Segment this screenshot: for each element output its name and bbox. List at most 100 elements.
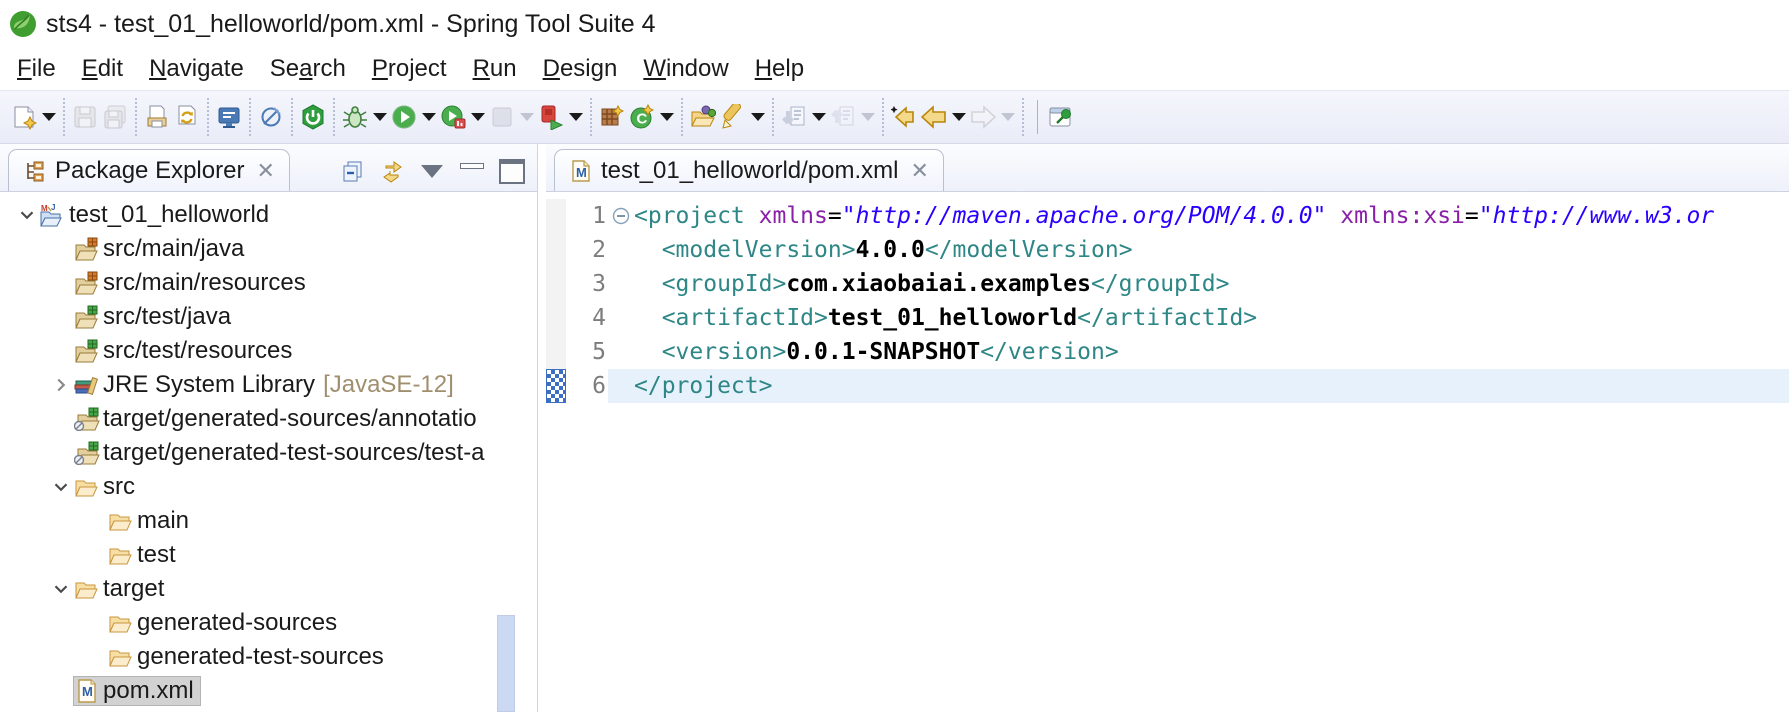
vertical-scrollbar[interactable] (497, 615, 515, 712)
save-button[interactable] (70, 101, 100, 133)
run-button[interactable] (389, 101, 438, 133)
sash-divider[interactable] (538, 144, 546, 712)
code-line-5[interactable]: 5 <version>0.0.1-SNAPSHOT</version> (546, 335, 1789, 369)
package-explorer-tab[interactable]: Package Explorer ✕ (8, 149, 290, 191)
maximize-icon[interactable] (499, 158, 525, 184)
link-with-editor-icon[interactable] (379, 159, 405, 183)
profile-button[interactable] (438, 101, 487, 133)
tree-item-generated-sources[interactable]: generated-sources (0, 606, 537, 640)
chevron-down-icon[interactable] (14, 202, 40, 228)
dropdown-arrow-icon[interactable] (1001, 113, 1015, 121)
pkg-folder-excluded-icon (73, 441, 101, 466)
previous-annotation-button[interactable] (828, 101, 877, 133)
highlighter-button[interactable] (718, 101, 767, 133)
forward-button[interactable] (968, 101, 1017, 133)
relaunch-icon (538, 104, 564, 131)
tree-item-target-generated-sources-annotatio[interactable]: target/generated-sources/annotatio (0, 402, 537, 436)
tree-item-main[interactable]: main (0, 504, 537, 538)
pin-editor-button[interactable] (1046, 101, 1076, 133)
code-line-3[interactable]: 3 <groupId>com.xiaobaiai.examples</group… (546, 267, 1789, 301)
tree-item-src[interactable]: src (0, 470, 537, 504)
dropdown-arrow-icon[interactable] (660, 113, 674, 121)
last-edit-location-icon (890, 104, 917, 130)
last-edit-location-button[interactable] (889, 101, 919, 133)
highlighter-icon (720, 101, 746, 130)
folder-icon (108, 509, 135, 533)
tree-item-generated-test-sources[interactable]: generated-test-sources (0, 640, 537, 674)
code-text: <version>0.0.1-SNAPSHOT</version> (661, 339, 1119, 365)
boot-dashboard-button[interactable] (298, 101, 328, 133)
view-menu-icon[interactable] (419, 159, 445, 183)
new-project-button[interactable] (597, 101, 627, 133)
chevron-right-icon[interactable] (48, 372, 74, 398)
tree-item-label: src/test/java (103, 303, 232, 330)
cursor-range-marker[interactable] (546, 369, 566, 403)
code-line-4[interactable]: 4 <artifactId>test_01_helloworld</artifa… (546, 301, 1789, 335)
folder-icon (108, 543, 135, 567)
tree-item-test[interactable]: test (0, 538, 537, 572)
tree-item-src-main-resources[interactable]: src/main/resources (0, 266, 537, 300)
menu-run[interactable]: Run (460, 52, 530, 86)
tree-item-jre-system-library[interactable]: JRE System Library [JavaSE-12] (0, 368, 537, 402)
save-all-button[interactable] (100, 101, 130, 133)
dropdown-arrow-icon[interactable] (861, 113, 875, 121)
code-line-2[interactable]: 2 <modelVersion>4.0.0</modelVersion> (546, 233, 1789, 267)
menu-search[interactable]: Search (257, 52, 359, 86)
dropdown-arrow-icon[interactable] (520, 113, 534, 121)
chevron-down-icon[interactable] (48, 474, 74, 500)
tree-item-src-test-resources[interactable]: src/test/resources (0, 334, 537, 368)
tree-item-label: target/generated-test-sources/test-a (103, 439, 485, 466)
stop-button[interactable] (487, 101, 536, 133)
dropdown-arrow-icon[interactable] (471, 113, 485, 121)
menu-file[interactable]: File (4, 52, 69, 86)
skip-breakpoints-button[interactable] (256, 101, 286, 133)
chevron-down-icon[interactable] (48, 576, 74, 602)
dropdown-arrow-icon[interactable] (373, 113, 387, 121)
menu-window[interactable]: Window (630, 52, 741, 86)
open-task-button[interactable] (688, 101, 718, 133)
dropdown-arrow-icon[interactable] (422, 113, 436, 121)
minimize-icon[interactable] (459, 159, 485, 183)
close-icon[interactable]: ✕ (256, 159, 274, 182)
close-icon[interactable]: ✕ (910, 159, 928, 182)
tree-item-target[interactable]: target (0, 572, 537, 606)
print-button[interactable] (142, 101, 172, 133)
code-line-6[interactable]: 6 </project> (546, 369, 1789, 403)
code-editor[interactable]: 1 <project xmlns="http://maven.apache.org… (546, 192, 1789, 712)
new-button[interactable] (9, 101, 58, 133)
console-button[interactable] (214, 101, 244, 133)
dropdown-arrow-icon[interactable] (952, 113, 966, 121)
folder-icon (108, 645, 135, 669)
tree-item-pom-xml[interactable]: Mpom.xml (0, 674, 537, 708)
package-explorer-icon (23, 159, 47, 183)
tree-item-src-main-java[interactable]: src/main/java (0, 232, 537, 266)
menu-design[interactable]: Design (530, 52, 631, 86)
dropdown-arrow-icon[interactable] (569, 113, 583, 121)
code-line-1[interactable]: 1 <project xmlns="http://maven.apache.org… (546, 199, 1789, 233)
dropdown-arrow-icon[interactable] (42, 113, 56, 121)
window-title: sts4 - test_01_helloworld/pom.xml - Spri… (46, 9, 656, 38)
tree-item-target-generated-test-sources-test-a[interactable]: target/generated-test-sources/test-a (0, 436, 537, 470)
relaunch-button[interactable] (536, 101, 585, 133)
editor-tab-pom-xml[interactable]: M test_01_helloworld/pom.xml ✕ (554, 149, 944, 191)
debug-button[interactable] (340, 101, 389, 133)
toolbar-group (291, 98, 333, 136)
menu-navigate[interactable]: Navigate (136, 52, 257, 86)
package-explorer-view: Package Explorer ✕ M J test_01_helloworl… (0, 144, 538, 712)
menu-edit[interactable]: Edit (69, 52, 136, 86)
dropdown-arrow-icon[interactable] (751, 113, 765, 121)
tree-item-src-test-java[interactable]: src/test/java (0, 300, 537, 334)
next-annotation-button[interactable] (779, 101, 828, 133)
tree-item-test-01-helloworld[interactable]: M Jtest_01_helloworld (0, 198, 537, 232)
main-toolbar: C (0, 90, 1789, 144)
dropdown-arrow-icon[interactable] (812, 113, 826, 121)
back-button[interactable] (919, 101, 968, 133)
refresh-button[interactable] (172, 101, 202, 133)
collapse-all-icon[interactable] (339, 159, 365, 183)
new-class-button[interactable]: C (627, 101, 676, 133)
menu-help[interactable]: Help (742, 52, 817, 86)
fold-collapse-icon[interactable] (608, 199, 634, 233)
menu-project[interactable]: Project (359, 52, 460, 86)
